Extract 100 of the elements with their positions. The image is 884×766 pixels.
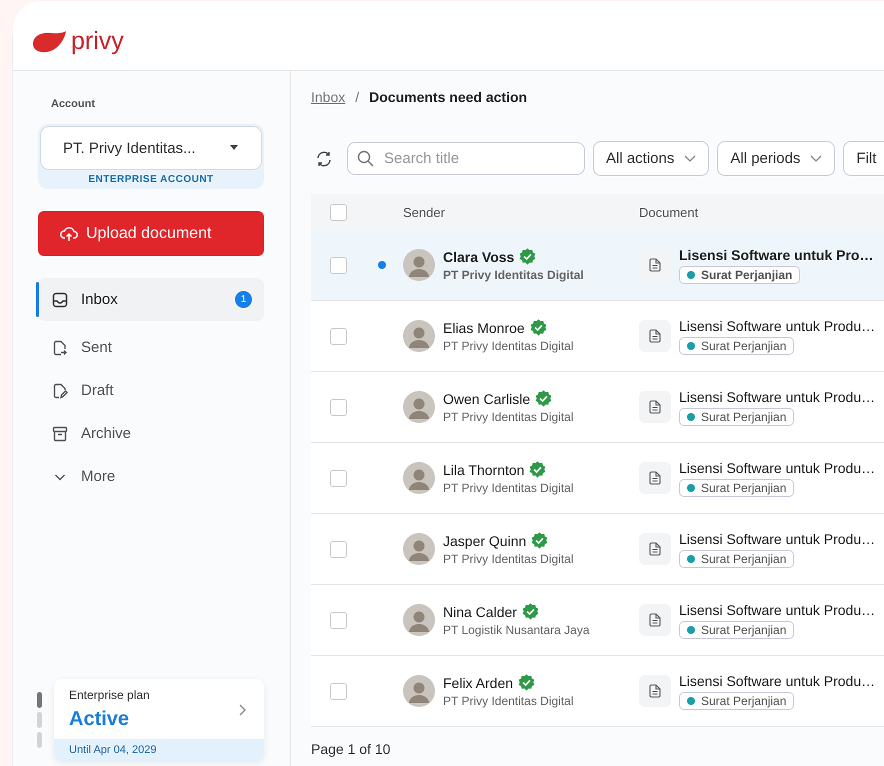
row-checkbox[interactable] — [330, 470, 346, 486]
document-icon — [639, 249, 671, 281]
avatar — [403, 675, 435, 707]
chevron-right-icon — [239, 704, 246, 716]
document-type-tag: Surat Perjanjian — [679, 266, 800, 284]
account-type-label: ENTERPRISE ACCOUNT — [87, 174, 215, 185]
table-row[interactable]: Owen Carlisle PT Privy Identitas Digital Lisensi Software untuk Produ… Surat Perjanjian — [311, 372, 884, 443]
unread-count: 1 — [235, 291, 252, 308]
table-row[interactable]: Lila Thornton PT Privy Identitas Digital Lisensi Software untuk Produ… Surat Perjanjian — [311, 443, 884, 514]
upload-document-button[interactable]: Upload document — [38, 211, 264, 256]
verified-badge-icon — [531, 532, 548, 549]
plan-status: Active — [69, 708, 130, 731]
chevron-down-icon — [684, 155, 696, 162]
account-label: Account — [51, 98, 96, 110]
row-checkbox[interactable] — [330, 398, 346, 416]
logo-wordmark: privy — [71, 27, 124, 56]
nav-item[interactable]: Sent — [38, 331, 264, 364]
breadcrumb-separator: / — [355, 89, 360, 105]
sender-company: PT Privy Identitas Digital — [443, 339, 574, 353]
avatar — [403, 249, 435, 281]
table-row[interactable]: Elias Monroe PT Privy Identitas Digital Lisensi Software untuk Produ… Surat Perjanjian — [311, 301, 884, 372]
document-title: Lisensi Software untuk Produ… — [679, 388, 876, 404]
document-type-tag: Surat Perjanjian — [679, 408, 794, 426]
table-row[interactable]: Clara Voss PT Privy Identitas Digital Lisensi Software untuk Pro… Surat Perjanjian — [311, 230, 884, 301]
file-arrow-icon — [52, 340, 68, 356]
file-pencil-icon — [52, 382, 68, 398]
avatar — [403, 320, 435, 352]
step-indicator-icon — [37, 692, 42, 748]
sender-company: PT Privy Identitas Digital — [443, 481, 574, 495]
refresh-icon — [315, 150, 333, 168]
row-checkbox[interactable] — [330, 256, 346, 274]
verified-badge-icon — [522, 603, 539, 620]
avatar — [403, 391, 435, 423]
page-title: Documents need action — [369, 89, 528, 105]
sender-name: Clara Voss — [443, 248, 514, 264]
archive-icon — [52, 426, 68, 442]
row-checkbox[interactable] — [330, 328, 346, 344]
search-field[interactable]: Search title — [347, 142, 585, 175]
page-indicator: Page 1 of 10 — [311, 741, 392, 757]
document-type-tag: Surat Perjanjian — [679, 336, 794, 354]
row-checkbox[interactable] — [330, 612, 346, 628]
filter-dropdown[interactable]: Filt — [843, 141, 884, 176]
document-icon — [639, 391, 671, 423]
table-row[interactable]: Felix Arden PT Privy Identitas Digital Lisensi Software untuk Produ… Surat Perjanjian — [311, 656, 884, 727]
verified-badge-icon — [535, 390, 552, 407]
verified-badge-icon — [529, 461, 546, 478]
caret-icon — [229, 145, 239, 151]
verified-badge-icon — [519, 248, 536, 265]
nav-item[interactable]: Inbox 1 — [38, 278, 264, 321]
plan-expiry: Until Apr 04, 2029 — [54, 739, 264, 761]
filter-dropdown[interactable]: All periods — [717, 141, 836, 176]
row-checkbox[interactable] — [330, 682, 346, 700]
avatar — [403, 604, 435, 636]
nav-item[interactable]: Draft — [38, 374, 264, 407]
nav-item[interactable]: Archive — [38, 417, 264, 450]
search-icon — [357, 150, 374, 167]
sender-name: Lila Thornton — [443, 462, 524, 478]
document-title: Lisensi Software untuk Produ… — [679, 318, 876, 334]
breadcrumb-link[interactable]: Inbox — [311, 89, 346, 105]
sender-company: PT Privy Identitas Digital — [443, 410, 574, 424]
document-icon — [639, 675, 671, 707]
account-dropdown[interactable]: PT. Privy Identitas... — [40, 126, 262, 170]
document-icon — [639, 533, 671, 565]
document-title: Lisensi Software untuk Produ… — [679, 460, 876, 476]
sender-name: Elias Monroe — [443, 320, 525, 336]
column-header: Sender — [403, 204, 445, 220]
nav-item[interactable]: More — [38, 460, 264, 493]
column-header: Document — [639, 204, 698, 220]
table-row[interactable]: Jasper Quinn PT Privy Identitas Digital Lisensi Software untuk Produ… Surat Perjanjian — [311, 514, 884, 585]
sender-name: Felix Arden — [443, 674, 514, 690]
verified-badge-icon — [530, 319, 547, 336]
document-title: Lisensi Software untuk Produ… — [679, 530, 876, 546]
verified-badge-icon — [518, 674, 536, 691]
avatar — [403, 462, 435, 494]
table-row[interactable]: Nina Calder PT Logistik Nusantara Jaya Lisensi Software untuk Produ… Surat Perjanjian — [311, 585, 884, 656]
plan-card[interactable]: Enterprise plan Active Until Apr 04, 2029 — [54, 679, 264, 761]
document-title: Lisensi Software untuk Produ… — [679, 602, 876, 618]
sender-name: Jasper Quinn — [443, 532, 526, 548]
document-type-tag: Surat Perjanjian — [679, 478, 794, 496]
logo-icon — [31, 30, 67, 54]
chevron-down-icon — [810, 155, 822, 162]
document-icon — [639, 320, 671, 352]
unread-dot — [378, 261, 386, 269]
plan-title: Enterprise plan — [69, 688, 150, 702]
document-type-tag: Surat Perjanjian — [679, 550, 794, 568]
inbox-icon — [52, 292, 68, 308]
sender-company: PT Privy Identitas Digital — [443, 268, 584, 282]
document-title: Lisensi Software untuk Pro… — [679, 246, 874, 262]
sender-company: PT Logistik Nusantara Jaya — [443, 623, 590, 637]
select-all-checkbox[interactable] — [330, 204, 346, 220]
filter-dropdown[interactable]: All actions — [593, 141, 710, 176]
avatar — [403, 533, 435, 565]
document-title: Lisensi Software untuk Produ… — [679, 672, 876, 688]
document-type-tag: Surat Perjanjian — [679, 620, 794, 638]
document-icon — [639, 462, 671, 494]
sender-name: Owen Carlisle — [443, 390, 530, 406]
document-icon — [639, 604, 671, 636]
document-type-tag: Surat Perjanjian — [679, 692, 794, 710]
row-checkbox[interactable] — [330, 540, 346, 558]
sender-company: PT Privy Identitas Digital — [443, 694, 574, 708]
